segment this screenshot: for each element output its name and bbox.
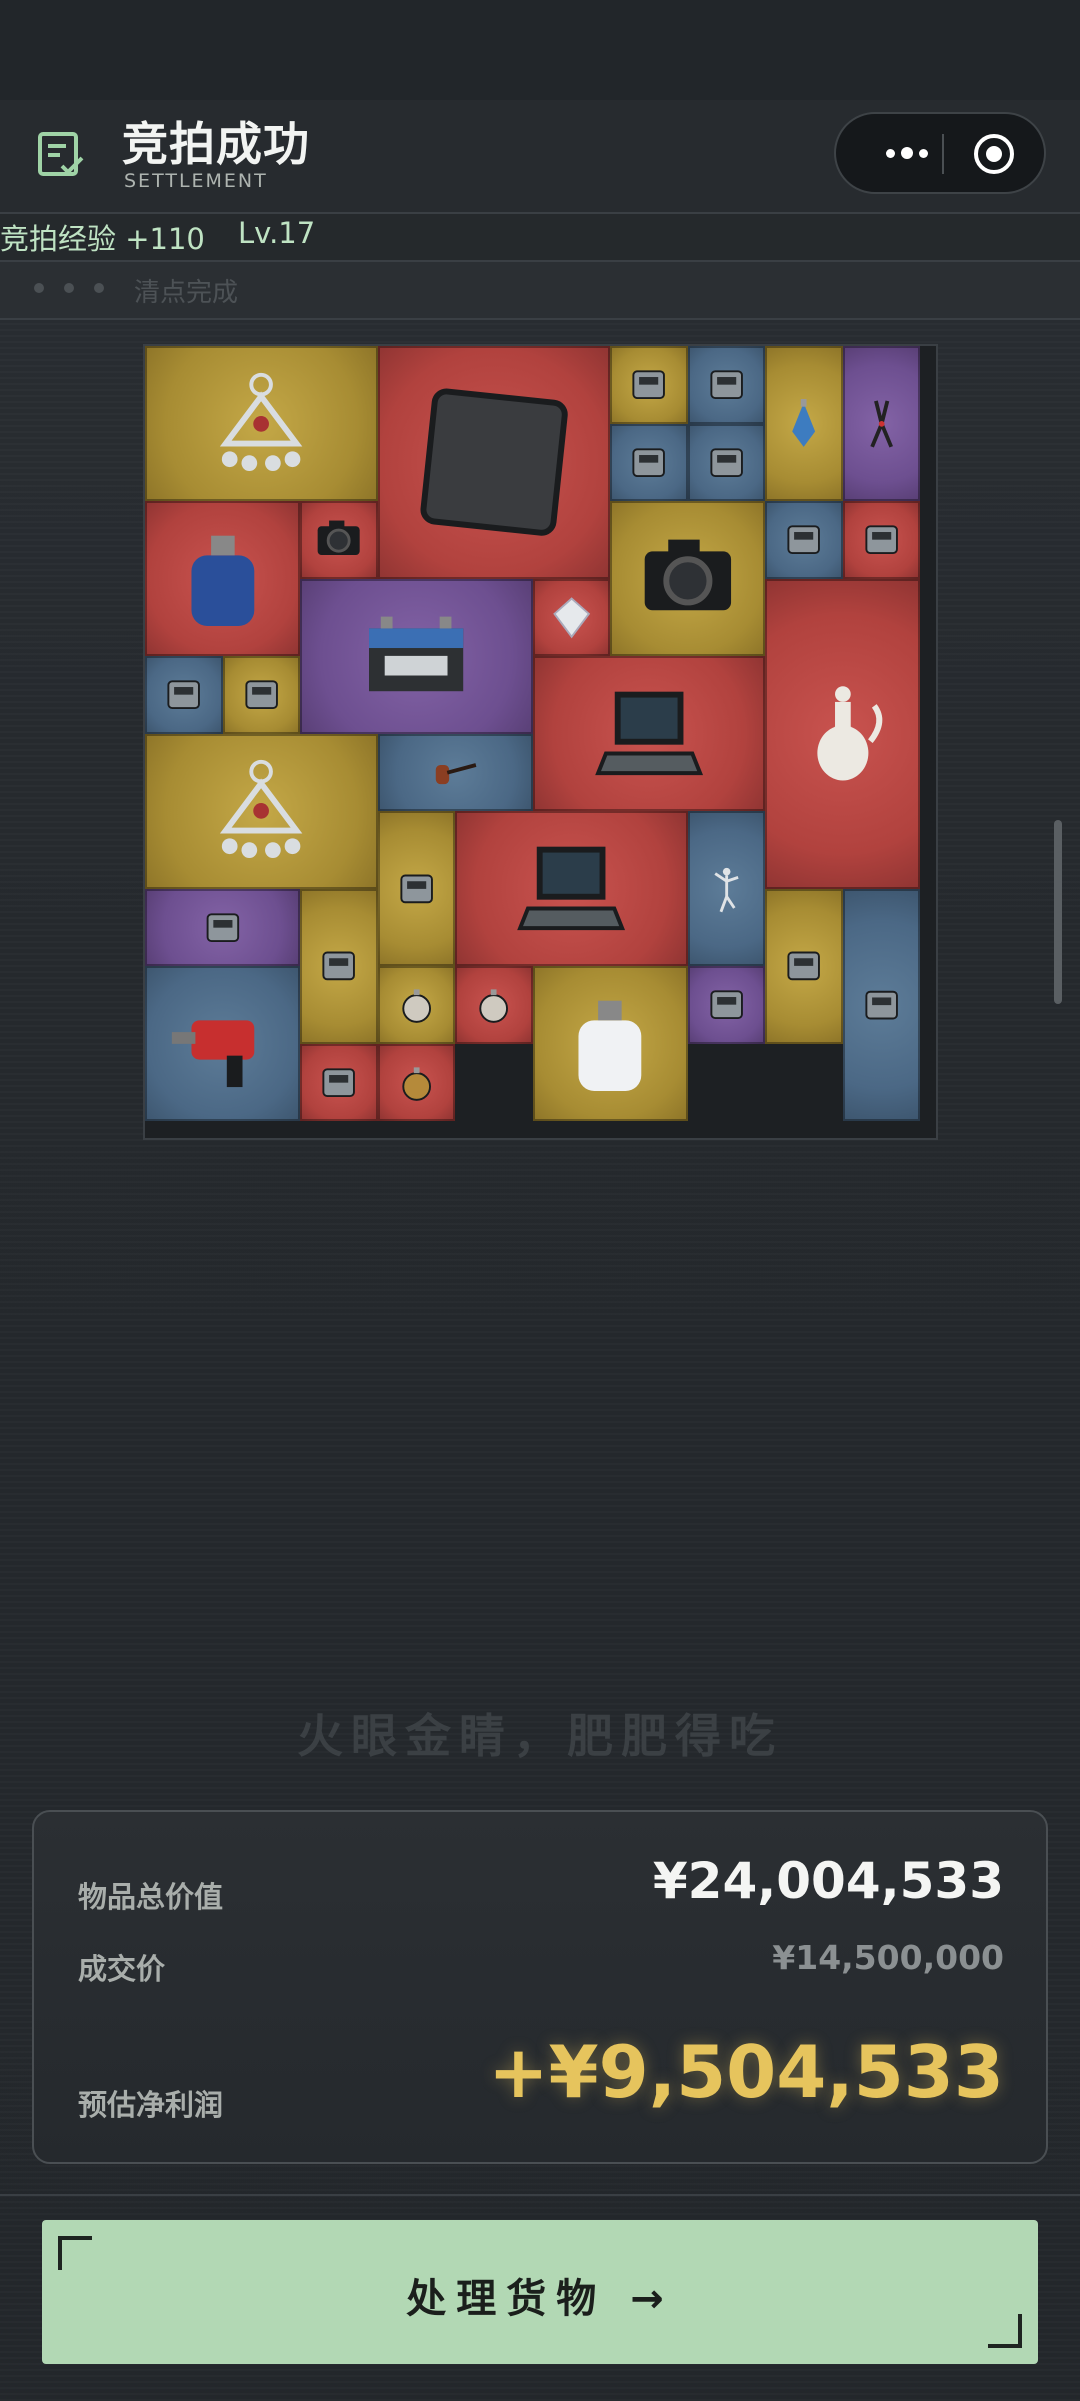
loot-item-power-bank[interactable] [145, 656, 223, 734]
power-bank-icon [167, 680, 200, 710]
loot-item-field-laptop-case[interactable] [455, 811, 688, 966]
slogan: 火眼金睛，肥肥得吃 [297, 1709, 783, 1763]
page-subtitle: SETTLEMENT [124, 170, 268, 192]
loot-item-car-battery[interactable] [300, 578, 533, 734]
loot-item-amulet-pendant[interactable] [145, 346, 378, 501]
ammo-tin-icon [709, 447, 743, 477]
loot-item-banknotes[interactable] [765, 888, 843, 1044]
loot-item-ballerina-figurine[interactable] [687, 811, 765, 966]
loot-item-carbon-plate[interactable] [377, 346, 610, 579]
footer-divider [0, 2194, 1080, 2196]
banknotes-icon [787, 951, 820, 981]
loot-item-tobacco-pipe[interactable] [377, 733, 533, 811]
radio-icon [206, 912, 239, 942]
cpu-chip-icon [709, 370, 743, 400]
loot-item-diamond[interactable] [532, 578, 610, 656]
gas-canister-icon [191, 535, 254, 626]
status-bar-area [0, 0, 1080, 100]
process-goods-button[interactable]: 处理货物 → [42, 2220, 1038, 2364]
loot-item-pocket-watch-gold[interactable] [377, 1043, 455, 1121]
process-goods-label: 处理货物 → [406, 2276, 674, 2322]
loot-item-fuel-jug[interactable] [532, 966, 688, 1121]
loot-item-ammo-tin[interactable] [687, 423, 765, 501]
loot-item-perfume-bottle[interactable] [765, 346, 843, 501]
hard-drive-icon [632, 447, 665, 477]
ssd-stick-icon [632, 370, 665, 400]
page-title: 竞拍成功 [122, 117, 310, 171]
loot-grid [143, 344, 938, 1140]
exp-gain: 竞拍经验 +110 [0, 222, 205, 256]
scrollbar[interactable] [1054, 820, 1062, 1004]
corner-bracket-icon [988, 2314, 1022, 2348]
stamp-sheet-icon [399, 874, 433, 903]
deal-price-label: 成交价 [78, 1952, 166, 1986]
corner-bracket-icon [58, 2236, 92, 2270]
car-battery-icon [369, 616, 464, 692]
loot-item-mini-camera[interactable] [300, 501, 378, 579]
dslr-camera-icon [644, 539, 731, 610]
profit-value: +¥9,504,533 [488, 2030, 1004, 2114]
total-value-label: 物品总价值 [78, 1880, 224, 1914]
receipt-check-icon [38, 132, 84, 176]
compass-dial-icon [479, 989, 509, 1023]
loot-item-compass-dial[interactable] [455, 966, 533, 1044]
loot-item-demolition-hammer[interactable] [145, 966, 300, 1121]
loot-item-hard-drive[interactable] [610, 423, 688, 501]
level-badge: Lv.17 [238, 216, 316, 250]
pocket-watch-silver-icon [401, 989, 431, 1023]
fuel-jug-icon [578, 1000, 642, 1091]
status-text: 清点完成 [134, 278, 239, 308]
amulet-pendant-icon [220, 372, 303, 471]
loot-item-leather-journal[interactable] [300, 888, 378, 1044]
loot-item-porcelain-ewer[interactable] [765, 578, 920, 889]
more-dots-icon[interactable] [872, 138, 942, 168]
loot-item-dslr-camera[interactable] [610, 501, 765, 656]
total-value: ¥24,004,533 [652, 1852, 1004, 1910]
loot-item-pocket-watch-silver[interactable] [377, 966, 455, 1044]
server-unit-icon [864, 990, 898, 1020]
loot-item-server-unit[interactable] [842, 888, 920, 1121]
perfume-bottle-icon [792, 398, 816, 447]
tablet-icon [709, 990, 743, 1020]
ballerina-figurine-icon [713, 867, 739, 912]
diamond-icon [552, 596, 590, 638]
loot-item-phone[interactable] [765, 501, 843, 579]
carbon-plate-icon [420, 388, 568, 536]
target-circle-icon[interactable] [974, 134, 1014, 174]
circuit-module-icon [322, 1067, 355, 1097]
loot-item-rugged-laptop[interactable] [532, 656, 765, 811]
field-laptop-case-icon [517, 846, 626, 930]
loot-item-stamp-sheet[interactable] [377, 811, 455, 966]
phone-icon [787, 525, 820, 555]
deal-price: ¥14,500,000 [772, 1938, 1004, 1977]
loot-item-circuit-module[interactable] [300, 1043, 378, 1121]
loot-item-radio[interactable] [145, 888, 300, 966]
tobacco-pipe-icon [435, 762, 477, 784]
loot-item-pliers[interactable] [842, 346, 920, 501]
loot-item-cpu-chip[interactable] [687, 346, 765, 424]
porcelain-ewer-icon [816, 686, 882, 781]
profit-label: 预估净利润 [78, 2088, 224, 2122]
flashlight-icon [864, 525, 898, 555]
loot-item-tablet[interactable] [687, 966, 765, 1044]
loot-item-flashlight[interactable] [842, 501, 920, 579]
rugged-laptop-icon [594, 691, 703, 775]
miniapp-capsule [834, 112, 1046, 194]
pocket-watch-gold-icon [401, 1066, 431, 1101]
mini-camera-icon [317, 520, 360, 556]
loot-item-gold-bar[interactable] [222, 656, 300, 734]
loot-item-amulet-pendant-2[interactable] [145, 733, 378, 889]
gold-bar-icon [244, 680, 278, 710]
capsule-divider [942, 134, 944, 174]
amulet-pendant-2-icon [220, 759, 303, 859]
loot-item-ssd-stick[interactable] [610, 346, 688, 424]
loot-item-gas-canister[interactable] [145, 501, 300, 656]
demolition-hammer-icon [171, 1019, 254, 1087]
pliers-icon [869, 400, 893, 448]
leather-journal-icon [322, 951, 355, 981]
status-dots-icon [34, 283, 104, 293]
